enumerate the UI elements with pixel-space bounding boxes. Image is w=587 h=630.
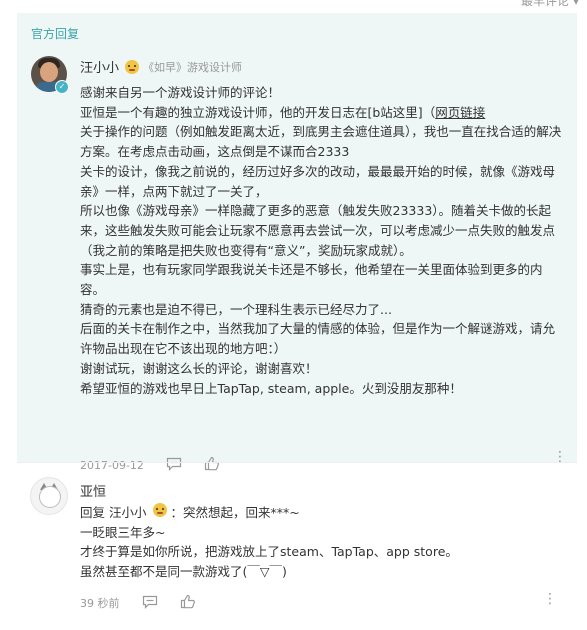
avatar[interactable] (30, 477, 68, 515)
sort-label: 最早评论 (520, 0, 569, 8)
comment-icon[interactable] (166, 457, 182, 474)
comment-icon[interactable] (142, 595, 158, 612)
comment-date: 2017-09-12 (80, 458, 144, 472)
reply-line: 回复 汪小小 ：突然想起，回来***~ (80, 503, 300, 520)
reply-time: 39 秒前 (80, 597, 120, 610)
username[interactable]: 亚恒 (80, 481, 106, 500)
reply-prefix: 回复 (80, 505, 106, 520)
emoji-icon (125, 59, 140, 74)
official-reply-label: 官方回复 (31, 27, 80, 41)
paragraph: 亚恒是一个有趣的独立游戏设计师，他的开发日志在[b站这里]（网页链接 (80, 104, 486, 120)
paragraph: 所以也像《游戏母亲》一样隐藏了更多的恶意（触发失败23333）。随着关卡做的长起… (80, 203, 556, 258)
divider (17, 462, 577, 463)
reply-meta: 39 秒前 (80, 594, 196, 612)
official-reply-block: 官方回复 ✓ 汪小小 《如早》游戏设计师 感谢来自另一个游戏设计师的评论！ 亚恒… (17, 13, 577, 472)
comment-body: 感谢来自另一个游戏设计师的评论！ 亚恒是一个有趣的独立游戏设计师，他的开发日志在… (80, 83, 565, 398)
more-vertical-icon[interactable]: ⋮ (543, 591, 557, 607)
verified-badge-icon: ✓ (55, 80, 69, 94)
chevron-down-icon: ▾ (572, 0, 579, 8)
web-link[interactable]: 网页链接 (435, 105, 485, 120)
paragraph: 感谢来自另一个游戏设计师的评论！ (80, 85, 281, 100)
paragraph: 关卡的设计，像我之前说的，经历过好多次的改动，最最最开始的时候，就像《游戏母亲》… (80, 163, 556, 199)
reply-line: 一眨眼三年多~ (80, 524, 166, 540)
paragraph: 希望亚恒的游戏也早日上TapTap, steam, apple。火到没朋友那种！ (80, 380, 462, 396)
paragraph: 猜奇的元素也是迫不得已，一个理科生表示已经尽力了... (80, 301, 392, 317)
reply-to-user[interactable]: 汪小小 (109, 505, 147, 520)
reply-line: 虽然甚至都不是同一款游戏了(￣▽￣) (80, 563, 287, 579)
reply-line: 才终于算是如你所说，把游戏放上了steam、TapTap、app store。 (80, 544, 458, 559)
reply-body: 回复 汪小小 ：突然想起，回来***~ 一眨眼三年多~ 才终于算是如你所说，把游戏… (80, 503, 560, 581)
emoji-icon (152, 503, 167, 517)
thumbs-up-icon[interactable] (180, 594, 196, 612)
paragraph: 事实上是，也有玩家同学跟我说关卡还是不够长，他希望在一关里面体验到更多的内容。 (80, 262, 543, 298)
author-row: 汪小小 《如早》游戏设计师 (80, 57, 242, 76)
paragraph: 后面的关卡在制作之中，当然我加了大量的情感的体验，但是作为一个解谜游戏，请允许物… (80, 321, 556, 357)
paragraph: 关于操作的问题（例如触发距离太近，到底男主会遮住道具），我也一直在找合适的解决方… (80, 124, 562, 160)
paragraph: 谢谢试玩，谢谢这么长的评论，谢谢喜欢！ (80, 360, 318, 376)
thumbs-up-icon[interactable] (204, 456, 220, 474)
comment-meta: 2017-09-12 (80, 456, 220, 474)
username[interactable]: 汪小小 (80, 57, 119, 76)
user-title: 《如早》游戏设计师 (143, 60, 243, 74)
sort-dropdown[interactable]: 最早评论 ▾ (521, 0, 579, 9)
